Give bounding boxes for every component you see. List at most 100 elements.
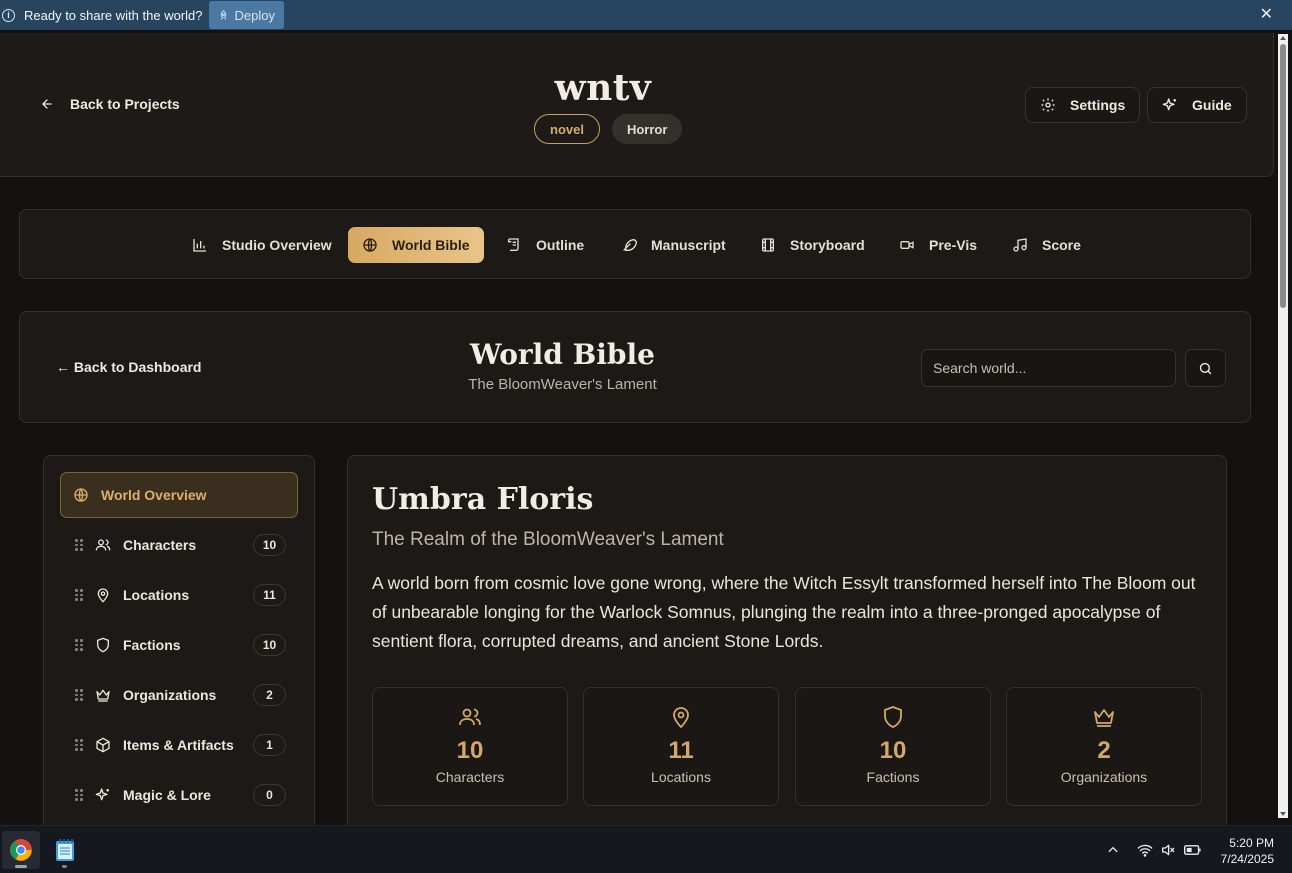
deploy-button[interactable]: Deploy xyxy=(209,1,284,29)
chrome-icon xyxy=(10,839,32,861)
notepad-taskbar-button[interactable] xyxy=(46,831,84,869)
tab-label: Studio Overview xyxy=(222,237,332,253)
drag-handle-icon[interactable] xyxy=(75,639,83,651)
close-icon[interactable]: ✕ xyxy=(1260,6,1273,24)
crown-icon xyxy=(95,687,111,703)
sidebar-item-organizations[interactable]: Organizations 2 xyxy=(60,675,298,715)
running-indicator xyxy=(62,865,67,868)
sidebar-item-items-artifacts[interactable]: Items & Artifacts 1 xyxy=(60,725,298,765)
sparkles-icon xyxy=(1162,98,1176,111)
tab-world-bible[interactable]: World Bible xyxy=(348,227,484,263)
shield-icon xyxy=(95,637,111,653)
sidebar-item-label: Organizations xyxy=(123,687,217,703)
tab-manuscript[interactable]: Manuscript xyxy=(607,227,740,263)
sidebar-item-characters[interactable]: Characters 10 xyxy=(60,525,298,565)
tab-label: Storyboard xyxy=(790,237,865,253)
drag-handle-icon[interactable] xyxy=(75,539,83,551)
sidebar-item-magic-lore[interactable]: Magic & Lore 0 xyxy=(60,775,298,815)
notepad-icon xyxy=(56,839,74,861)
tab-storyboard[interactable]: Storyboard xyxy=(746,227,879,263)
settings-button[interactable]: Settings xyxy=(1025,87,1141,123)
users-icon xyxy=(95,537,111,553)
world-name: Umbra Floris xyxy=(372,482,594,517)
stat-value: 2 xyxy=(1097,737,1111,764)
stat-label: Factions xyxy=(866,769,920,785)
drag-handle-icon[interactable] xyxy=(75,739,83,751)
running-indicator xyxy=(15,865,27,868)
count-badge: 10 xyxy=(253,634,286,656)
clock[interactable]: 5:20 PM 7/24/2025 xyxy=(1221,835,1274,867)
tab-score[interactable]: Score xyxy=(998,227,1095,263)
project-tags: novel Horror xyxy=(534,114,683,144)
stat-label: Organizations xyxy=(1060,769,1148,785)
tag-genre: Horror xyxy=(611,114,683,144)
count-badge: 1 xyxy=(253,734,286,756)
drag-handle-icon[interactable] xyxy=(75,789,83,801)
tab-studio-overview[interactable]: Studio Overview xyxy=(178,227,346,263)
drag-handle-icon[interactable] xyxy=(75,589,83,601)
os-taskbar: 5:20 PM 7/24/2025 xyxy=(0,825,1292,873)
count-badge: 2 xyxy=(253,684,286,706)
world-subtitle: The Realm of the BloomWeaver's Lament xyxy=(372,529,724,550)
world-bible-header: ← Back to Dashboard World Bible The Bloo… xyxy=(19,311,1251,423)
stat-value: 10 xyxy=(456,737,484,764)
search-icon xyxy=(1199,362,1212,374)
map-pin-icon xyxy=(584,705,778,729)
tab-label: Score xyxy=(1042,237,1081,253)
search-input[interactable] xyxy=(921,349,1176,387)
settings-label: Settings xyxy=(1070,97,1126,113)
scroll-icon xyxy=(508,238,519,251)
gear-icon xyxy=(1041,98,1055,112)
chevron-up-icon[interactable] xyxy=(1106,843,1120,857)
clock-date: 7/24/2025 xyxy=(1220,852,1274,866)
sidebar-item-label: Items & Artifacts xyxy=(123,737,234,753)
project-header: Back to Projects wntv novel Horror Setti… xyxy=(0,33,1274,177)
stat-card-locations[interactable]: 11 Locations xyxy=(583,687,779,806)
tag-format: novel xyxy=(534,114,600,144)
speaker-muted-icon[interactable] xyxy=(1160,842,1176,858)
stat-value: 11 xyxy=(668,737,694,764)
guide-button[interactable]: Guide xyxy=(1147,87,1247,123)
tab-pre-vis[interactable]: Pre-Vis xyxy=(885,227,991,263)
users-icon xyxy=(373,705,567,729)
page-scrollbar[interactable] xyxy=(1278,34,1288,818)
drag-handle-icon[interactable] xyxy=(75,689,83,701)
scroll-down-icon[interactable] xyxy=(1280,812,1286,816)
studio-tabs: Studio Overview World Bible Outline Manu… xyxy=(19,209,1251,279)
stat-card-organizations[interactable]: 2 Organizations xyxy=(1006,687,1202,806)
scroll-up-icon[interactable] xyxy=(1280,36,1286,40)
tab-label: Pre-Vis xyxy=(929,237,977,253)
count-badge: 0 xyxy=(253,784,286,806)
sidebar-item-world-overview[interactable]: World Overview xyxy=(60,472,298,518)
tab-outline[interactable]: Outline xyxy=(492,227,598,263)
sidebar-item-factions[interactable]: Factions 10 xyxy=(60,625,298,665)
world-description: A world born from cosmic love gone wrong… xyxy=(372,573,1196,651)
stat-card-factions[interactable]: 10 Factions xyxy=(795,687,991,806)
count-badge: 11 xyxy=(253,584,286,606)
deploy-banner: i Ready to share with the world? Deploy … xyxy=(0,0,1292,30)
world-sidebar: World Overview Characters 10 Locations 1… xyxy=(43,455,315,835)
music-icon xyxy=(1013,238,1027,252)
scrollbar-thumb[interactable] xyxy=(1280,44,1286,308)
stat-label: Locations xyxy=(651,769,711,785)
stat-label: Characters xyxy=(435,769,505,785)
sidebar-item-label: Locations xyxy=(123,587,190,603)
guide-label: Guide xyxy=(1192,97,1232,113)
sparkles-icon xyxy=(95,787,111,803)
globe-icon xyxy=(363,238,377,252)
chrome-taskbar-button[interactable] xyxy=(2,831,40,869)
film-icon xyxy=(762,238,774,252)
count-badge: 10 xyxy=(253,534,286,556)
video-icon xyxy=(900,241,914,249)
sidebar-item-locations[interactable]: Locations 11 xyxy=(60,575,298,615)
clock-time: 5:20 PM xyxy=(1229,836,1274,850)
search-button[interactable] xyxy=(1185,349,1226,387)
rocket-icon xyxy=(221,9,227,20)
sidebar-item-label: Factions xyxy=(123,637,181,653)
battery-icon[interactable] xyxy=(1184,842,1202,858)
stat-card-characters[interactable]: 10 Characters xyxy=(372,687,568,806)
sidebar-item-label: Characters xyxy=(123,537,197,553)
world-overview-panel: Umbra Floris The Realm of the BloomWeave… xyxy=(347,455,1227,835)
wifi-icon[interactable] xyxy=(1137,842,1153,858)
deploy-label: Deploy xyxy=(234,7,275,23)
